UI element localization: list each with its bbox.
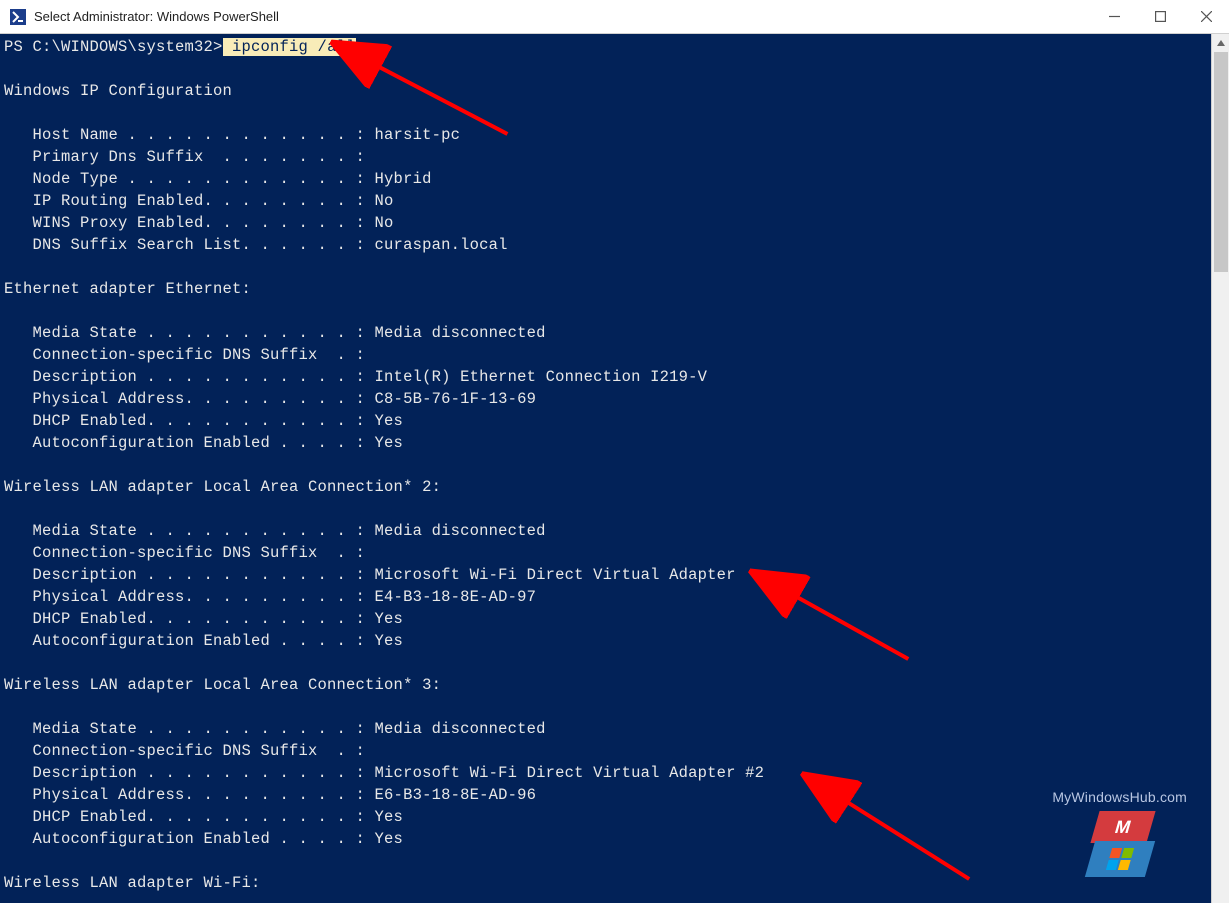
window-title: Select Administrator: Windows PowerShell xyxy=(34,9,279,24)
eth-media-state: Media State . . . . . . . . . . . : Medi… xyxy=(4,324,546,342)
titlebar[interactable]: Select Administrator: Windows PowerShell xyxy=(0,0,1229,34)
terminal-output[interactable]: PS C:\WINDOWS\system32> ipconfig /all Wi… xyxy=(0,34,1211,903)
cfg-node-type: Node Type . . . . . . . . . . . . : Hybr… xyxy=(4,170,432,188)
windows-logo-icon xyxy=(1106,848,1134,870)
section-head: Windows IP Configuration xyxy=(4,82,232,100)
eth-head: Ethernet adapter Ethernet: xyxy=(4,280,251,298)
wlan3-autoconf: Autoconfiguration Enabled . . . . : Yes xyxy=(4,830,403,848)
wlan2-dhcp: DHCP Enabled. . . . . . . . . . . : Yes xyxy=(4,610,403,628)
eth-dhcp: DHCP Enabled. . . . . . . . . . . : Yes xyxy=(4,412,403,430)
wlan3-conn-dns: Connection-specific DNS Suffix . : xyxy=(4,742,365,760)
watermark-text: MyWindowsHub.com xyxy=(1052,789,1187,805)
wlan3-media-state: Media State . . . . . . . . . . . : Medi… xyxy=(4,720,546,738)
cfg-wins-proxy: WINS Proxy Enabled. . . . . . . . : No xyxy=(4,214,394,232)
eth-description: Description . . . . . . . . . . . : Inte… xyxy=(4,368,707,386)
wlan3-head: Wireless LAN adapter Local Area Connecti… xyxy=(4,676,441,694)
wlan2-head: Wireless LAN adapter Local Area Connecti… xyxy=(4,478,441,496)
wlan3-phys-addr: Physical Address. . . . . . . . . : E6-B… xyxy=(4,786,536,804)
wifi-head: Wireless LAN adapter Wi-Fi: xyxy=(4,874,261,892)
entered-command: ipconfig /all xyxy=(223,38,356,56)
cfg-ip-routing: IP Routing Enabled. . . . . . . . : No xyxy=(4,192,394,210)
prompt-text: PS C:\WINDOWS\system32> xyxy=(4,38,223,56)
vertical-scrollbar[interactable] xyxy=(1211,34,1229,903)
wlan3-dhcp: DHCP Enabled. . . . . . . . . . . : Yes xyxy=(4,808,403,826)
watermark-top-letter: M xyxy=(1090,811,1155,843)
cfg-hostname: Host Name . . . . . . . . . . . . : hars… xyxy=(4,126,460,144)
wlan2-description: Description . . . . . . . . . . . : Micr… xyxy=(4,566,736,584)
powershell-icon xyxy=(10,9,26,25)
cfg-primary-dns: Primary Dns Suffix . . . . . . . : xyxy=(4,148,365,166)
minimize-button[interactable] xyxy=(1091,0,1137,34)
maximize-button[interactable] xyxy=(1137,0,1183,34)
wlan2-conn-dns: Connection-specific DNS Suffix . : xyxy=(4,544,365,562)
wlan2-phys-addr: Physical Address. . . . . . . . . : E4-B… xyxy=(4,588,536,606)
watermark: MyWindowsHub.com M xyxy=(1052,789,1187,877)
close-button[interactable] xyxy=(1183,0,1229,34)
eth-phys-addr: Physical Address. . . . . . . . . : C8-5… xyxy=(4,390,536,408)
scrollbar-thumb[interactable] xyxy=(1214,52,1228,272)
eth-conn-dns: Connection-specific DNS Suffix . : xyxy=(4,346,365,364)
cfg-dns-suffix: DNS Suffix Search List. . . . . . : cura… xyxy=(4,236,508,254)
wlan2-autoconf: Autoconfiguration Enabled . . . . : Yes xyxy=(4,632,403,650)
powershell-window: Select Administrator: Windows PowerShell… xyxy=(0,0,1229,903)
wlan3-description: Description . . . . . . . . . . . : Micr… xyxy=(4,764,764,782)
scroll-up-arrow-icon[interactable] xyxy=(1212,34,1229,52)
wlan2-media-state: Media State . . . . . . . . . . . : Medi… xyxy=(4,522,546,540)
watermark-logo-icon: M xyxy=(1052,811,1187,877)
terminal-wrapper: PS C:\WINDOWS\system32> ipconfig /all Wi… xyxy=(0,34,1229,903)
eth-autoconf: Autoconfiguration Enabled . . . . : Yes xyxy=(4,434,403,452)
